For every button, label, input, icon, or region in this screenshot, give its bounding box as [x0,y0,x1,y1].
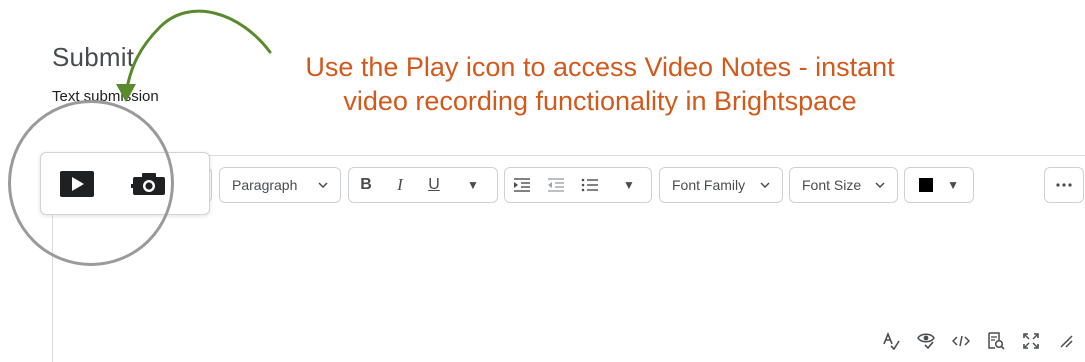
list-indent-group: ▼ [504,167,652,203]
annotation-arrow [116,9,272,102]
callout-line-1: Use the Play icon to access Video Notes … [305,52,895,82]
text-color-picker[interactable]: ▼ [904,167,974,203]
media-toolbar-group [40,152,210,215]
caret-down-icon: ▼ [947,178,959,192]
camera-button[interactable] [129,169,169,199]
caret-down-icon: ▼ [467,178,479,192]
spellcheck-icon [883,332,900,350]
chevron-down-icon [760,182,770,188]
font-size-label: Font Size [802,177,862,193]
outdent-button[interactable] [539,168,573,202]
accessibility-check-button[interactable] [911,330,941,352]
indent-icon [514,178,530,192]
more-options-button[interactable] [1044,167,1084,203]
caret-down-icon: ▼ [623,178,635,192]
resize-handle[interactable] [1051,330,1081,352]
accessibility-check-icon [917,333,935,350]
font-size-dropdown[interactable]: Font Size [789,167,898,203]
outdent-icon [548,178,564,192]
callout-line-2: video recording functionality in Brights… [343,86,857,116]
chevron-down-icon [318,182,328,188]
indent-button[interactable] [505,168,539,202]
bullet-list-button[interactable] [573,168,607,202]
font-family-label: Font Family [672,177,746,193]
underline-button[interactable]: U [417,168,451,202]
color-swatch [919,178,933,192]
preview-button[interactable] [981,330,1011,352]
code-icon [952,335,970,347]
bullet-list-icon [581,178,598,192]
ellipsis-icon [1056,183,1072,187]
font-family-dropdown[interactable]: Font Family [659,167,783,203]
resize-grip-icon [1060,335,1073,348]
text-format-group: B I U ▼ [348,167,498,203]
chevron-down-icon [875,182,885,188]
preview-icon [988,332,1005,350]
fullscreen-icon [1023,333,1039,349]
play-button[interactable] [59,169,95,199]
italic-button[interactable]: I [383,168,417,202]
editor-status-bar [876,330,1085,352]
bold-button[interactable]: B [349,168,383,202]
paragraph-dropdown[interactable]: Paragraph [219,167,341,203]
format-more-dropdown[interactable]: ▼ [451,168,495,202]
spellcheck-button[interactable] [876,330,906,352]
list-more-dropdown[interactable]: ▼ [607,168,651,202]
fullscreen-button[interactable] [1016,330,1046,352]
callout-annotation: Use the Play icon to access Video Notes … [240,50,960,118]
editor-page: Submit Text submission Use the Play icon… [0,0,1085,362]
play-icon [60,171,94,197]
camera-icon [131,173,165,195]
source-code-button[interactable] [946,330,976,352]
paragraph-label: Paragraph [232,177,298,193]
